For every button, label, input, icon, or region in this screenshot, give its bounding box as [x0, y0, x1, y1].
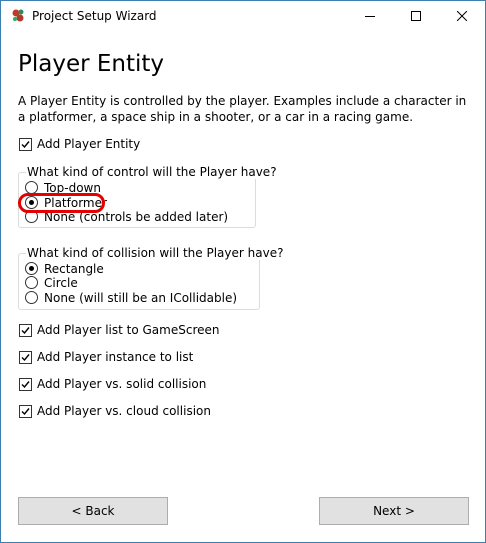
- back-button[interactable]: < Back: [18, 497, 168, 525]
- add-solid-collision-checkbox[interactable]: Add Player vs. solid collision: [19, 376, 206, 392]
- checkbox-box: [19, 323, 32, 337]
- next-button[interactable]: Next >: [319, 497, 469, 525]
- radio-circle: [25, 276, 38, 289]
- highlight-annotation: [18, 193, 105, 213]
- control-group-label: What kind of control will the Player hav…: [26, 165, 278, 179]
- minimize-icon: [365, 16, 375, 17]
- add-cloud-collision-checkbox[interactable]: Add Player vs. cloud collision: [19, 403, 211, 419]
- radio-circle: [25, 262, 38, 275]
- page-description: A Player Entity is controlled by the pla…: [18, 94, 467, 124]
- checkbox-box: [19, 404, 32, 418]
- maximize-icon: [411, 11, 421, 21]
- checkbox-label: Add Player vs. solid collision: [37, 377, 207, 391]
- check-icon: [21, 140, 30, 148]
- add-player-instance-checkbox[interactable]: Add Player instance to list: [19, 349, 193, 365]
- add-player-list-checkbox[interactable]: Add Player list to GameScreen: [19, 322, 219, 338]
- maximize-button[interactable]: [393, 1, 439, 31]
- wizard-window: Project Setup Wizard Player Entity A Pla…: [0, 0, 486, 543]
- minimize-button[interactable]: [347, 1, 393, 31]
- close-icon: [457, 11, 467, 21]
- app-icon: [12, 9, 24, 22]
- add-player-entity-checkbox[interactable]: Add Player Entity: [19, 136, 140, 152]
- check-icon: [21, 326, 30, 334]
- checkbox-box: [19, 137, 32, 151]
- checkbox-box: [19, 350, 32, 364]
- check-icon: [21, 407, 30, 415]
- checkbox-label: Add Player instance to list: [37, 350, 194, 364]
- checkbox-label: Add Player vs. cloud collision: [37, 404, 211, 418]
- checkbox-label: Add Player Entity: [37, 137, 141, 151]
- radio-none-collision[interactable]: None (will still be an ICollidable): [25, 290, 237, 305]
- window-title: Project Setup Wizard: [32, 9, 157, 23]
- radio-label: None (will still be an ICollidable): [44, 290, 238, 305]
- page-title: Player Entity: [18, 51, 165, 77]
- radio-circle: [25, 291, 38, 304]
- close-button[interactable]: [439, 1, 485, 31]
- check-icon: [21, 380, 30, 388]
- radio-circle-option[interactable]: Circle: [25, 275, 78, 290]
- radio-label: Rectangle: [44, 261, 104, 276]
- title-bar: Project Setup Wizard: [1, 1, 485, 31]
- radio-rectangle[interactable]: Rectangle: [25, 261, 104, 276]
- radio-label: Circle: [44, 275, 78, 290]
- checkbox-box: [19, 377, 32, 391]
- collision-group-label: What kind of collision will the Player h…: [26, 246, 285, 260]
- checkbox-label: Add Player list to GameScreen: [37, 323, 220, 337]
- check-icon: [21, 353, 30, 361]
